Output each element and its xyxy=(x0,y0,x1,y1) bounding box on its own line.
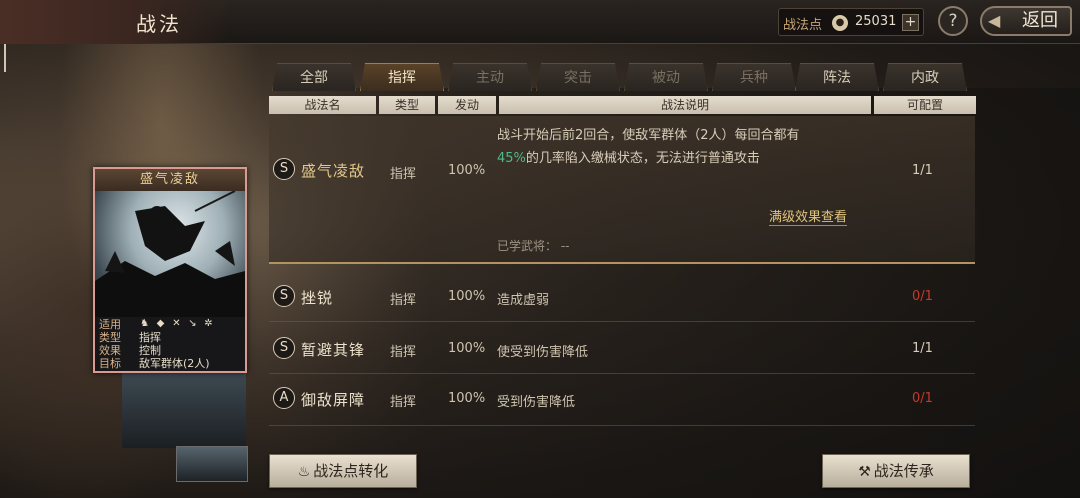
suit-label: 适用 xyxy=(99,318,121,331)
skill-name: 盛气凌敌 xyxy=(301,162,366,180)
skill-rate: 100% xyxy=(448,391,486,406)
skill-config: 1/1 xyxy=(912,163,933,178)
page-title: 战法 xyxy=(136,12,182,36)
skill-type: 指挥 xyxy=(390,167,417,182)
tab-all[interactable]: 全部 xyxy=(272,63,356,91)
skill-config: 0/1 xyxy=(912,289,933,304)
skill-card: 盛气凌敌 适用 ♞ ◆ ✕ ↘ ✲ 类型 指挥 效果 控制 目标 敌军群体(2人… xyxy=(93,167,247,373)
skill-name: 暂避其锋 xyxy=(301,341,366,359)
skill-row-expanded[interactable]: S 盛气凌敌 指挥 100% 战斗开始后前2回合，使敌军群体（2人）每回合都有 … xyxy=(269,116,975,264)
skill-rate: 100% xyxy=(448,289,486,304)
tactic-points-display: 战法点 ● 25031 + xyxy=(778,8,924,36)
card-stack-thumbnail xyxy=(176,446,248,482)
tab-formation[interactable]: 阵法 xyxy=(795,63,879,91)
target-value: 敌军群体(2人) xyxy=(139,357,210,370)
flame-icon: ♨ xyxy=(297,464,311,480)
help-button[interactable]: ? xyxy=(938,6,968,36)
tab-command[interactable]: 指挥 xyxy=(360,63,444,91)
inherit-skill-button[interactable]: ⚒ 战法传承 xyxy=(822,454,970,488)
effect-value: 控制 xyxy=(139,344,161,357)
card-title: 盛气凌敌 xyxy=(95,169,245,191)
title-plate xyxy=(0,0,230,44)
type-label: 类型 xyxy=(99,331,121,344)
card-stack-shadow xyxy=(122,372,246,448)
desc-line-2-text: 的几率陷入缴械状态，无法进行普通攻击 xyxy=(525,151,760,166)
back-arrow-icon: ◀ xyxy=(988,11,1001,30)
skill-row[interactable]: A 御敌屏障 指挥 100% 受到伤害降低 0/1 xyxy=(269,374,975,426)
cavalry-icon: ♞ xyxy=(140,318,149,329)
skill-desc: 使受到伤害降低 xyxy=(497,345,589,360)
back-button[interactable]: ◀ 返回 xyxy=(980,6,1072,36)
skill-name: 御敌屏障 xyxy=(301,391,366,409)
hammer-icon: ⚒ xyxy=(858,464,871,480)
desc-percent: 45% xyxy=(497,151,526,166)
flame-coin-icon: ● xyxy=(832,15,848,31)
card-effect-row: 效果 控制 xyxy=(99,344,241,357)
skill-type: 指挥 xyxy=(390,395,417,410)
tab-troop[interactable]: 兵种 xyxy=(712,63,796,91)
skill-desc: 受到伤害降低 xyxy=(497,395,576,410)
target-label: 目标 xyxy=(99,357,121,370)
full-effect-link[interactable]: 满级效果查看 xyxy=(769,206,848,226)
tab-assault[interactable]: 突击 xyxy=(536,63,620,91)
col-desc: 战法说明 xyxy=(499,96,871,114)
add-points-button[interactable]: + xyxy=(902,14,919,31)
card-suit-row: 适用 ♞ ◆ ✕ ↘ ✲ xyxy=(99,318,241,331)
card-target-row: 目标 敌军群体(2人) xyxy=(99,357,241,370)
skill-name: 挫锐 xyxy=(301,289,334,307)
learned-generals: 已学武将： -- xyxy=(497,239,570,253)
points-value: 25031 xyxy=(855,14,897,29)
tab-passive[interactable]: 被动 xyxy=(624,63,708,91)
type-value: 指挥 xyxy=(139,331,161,344)
skill-row[interactable]: S 挫锐 指挥 100% 造成虚弱 0/1 xyxy=(269,270,975,322)
convert-points-button[interactable]: ♨ 战法点转化 xyxy=(269,454,417,488)
skill-config: 0/1 xyxy=(912,391,933,406)
skill-rate: 100% xyxy=(448,341,486,356)
points-label: 战法点 xyxy=(783,18,823,33)
card-artwork xyxy=(95,191,245,317)
card-type-row: 类型 指挥 xyxy=(99,331,241,344)
col-name: 战法名 xyxy=(269,96,376,114)
col-type: 类型 xyxy=(379,96,435,114)
back-label: 返回 xyxy=(1022,10,1058,31)
card-info: 适用 ♞ ◆ ✕ ↘ ✲ 类型 指挥 效果 控制 目标 敌军群体(2人) xyxy=(95,317,245,371)
effect-label: 效果 xyxy=(99,344,121,357)
convert-label: 战法点转化 xyxy=(313,462,389,480)
skill-row[interactable]: S 暂避其锋 指挥 100% 使受到伤害降低 1/1 xyxy=(269,322,975,374)
shield-icon: ◆ xyxy=(156,318,165,329)
desc-line-2: 45%的几率陷入缴械状态，无法进行普通攻击 xyxy=(497,147,887,170)
grade-badge: S xyxy=(273,158,295,180)
spear-icon: ↘ xyxy=(188,318,197,329)
tab-internal[interactable]: 内政 xyxy=(883,63,967,91)
skill-rate: 100% xyxy=(448,163,486,178)
grade-badge: S xyxy=(273,337,295,359)
top-bar: 战法 战法点 ● 25031 + ? ◀ 返回 xyxy=(0,0,1080,44)
tab-active[interactable]: 主动 xyxy=(448,63,532,91)
wheel-icon: ✲ xyxy=(204,318,213,329)
grade-badge: S xyxy=(273,285,295,307)
skill-description: 战斗开始后前2回合，使敌军群体（2人）每回合都有 45%的几率陷入缴械状态，无法… xyxy=(497,124,887,170)
inherit-label: 战法传承 xyxy=(873,462,934,480)
bow-icon: ✕ xyxy=(172,318,181,329)
skill-config: 1/1 xyxy=(912,341,933,356)
col-config: 可配置 xyxy=(874,96,976,114)
desc-line-1: 战斗开始后前2回合，使敌军群体（2人）每回合都有 xyxy=(497,128,800,143)
skill-type: 指挥 xyxy=(390,293,417,308)
suit-icons: ♞ ◆ ✕ ↘ ✲ xyxy=(139,318,214,329)
skill-type: 指挥 xyxy=(390,345,417,360)
grade-badge: A xyxy=(273,387,295,409)
col-rate: 发动 xyxy=(438,96,496,114)
skill-desc: 造成虚弱 xyxy=(497,293,550,308)
